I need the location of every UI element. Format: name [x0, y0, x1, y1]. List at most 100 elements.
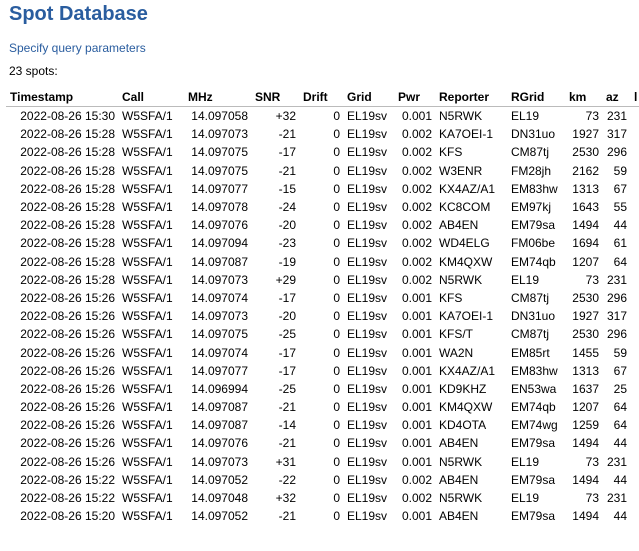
- cell-mhz: 14.097076: [191, 436, 248, 451]
- cell-empty: [630, 380, 639, 398]
- cell-reporter: AB4EN: [439, 472, 479, 487]
- specify-query-link[interactable]: Specify query parameters: [9, 41, 146, 55]
- cell-mhz: 14.097075: [191, 145, 248, 160]
- cell-km: 1455: [572, 345, 599, 360]
- cell-grid: EL19sv: [347, 200, 388, 215]
- cell-timestamp: 2022-08-26 15:28: [20, 272, 115, 287]
- cell-pwr: 0.002: [401, 145, 432, 160]
- cell-grid: EL19sv: [347, 127, 388, 142]
- cell-az: 296: [606, 145, 627, 160]
- cell-az: 64: [613, 254, 627, 269]
- cell-grid: EL19sv: [347, 472, 388, 487]
- cell-empty: [630, 489, 639, 507]
- cell-reporter: AB4EN: [439, 509, 479, 524]
- cell-rgrid: EN53wa: [511, 381, 557, 396]
- cell-mhz: 14.096994: [191, 381, 248, 396]
- cell-call: W5SFA/1: [122, 418, 173, 433]
- cell-call: W5SFA/1: [122, 454, 173, 469]
- cell-timestamp: 2022-08-26 15:26: [20, 290, 115, 305]
- cell-az: 61: [613, 236, 627, 251]
- cell-snr: -19: [278, 254, 296, 269]
- cell-az: 231: [606, 491, 627, 506]
- cell-reporter: KFS/T: [439, 327, 474, 342]
- cell-pwr: 0.001: [401, 327, 432, 342]
- cell-grid: EL19sv: [347, 454, 388, 469]
- cell-pwr: 0.002: [401, 218, 432, 233]
- cell-call: W5SFA/1: [122, 381, 173, 396]
- col-mhz[interactable]: MHz: [184, 87, 251, 107]
- col-snr[interactable]: SNR: [251, 87, 299, 107]
- col-km[interactable]: km: [565, 87, 602, 107]
- cell-timestamp: 2022-08-26 15:22: [20, 472, 115, 487]
- cell-mhz: 14.097094: [191, 236, 248, 251]
- cell-az: 55: [613, 200, 627, 215]
- cell-reporter: N5RWK: [439, 454, 483, 469]
- col-grid[interactable]: Grid: [343, 87, 394, 107]
- cell-km: 1643: [572, 200, 599, 215]
- cell-drift: 0: [333, 472, 340, 487]
- cell-pwr: 0.001: [401, 454, 432, 469]
- cell-pwr: 0.002: [401, 272, 432, 287]
- cell-mhz: 14.097075: [191, 327, 248, 342]
- cell-km: 1259: [572, 418, 599, 433]
- cell-grid: EL19sv: [347, 363, 388, 378]
- col-rgrid[interactable]: RGrid: [507, 87, 565, 107]
- cell-az: 67: [613, 363, 627, 378]
- cell-call: W5SFA/1: [122, 327, 173, 342]
- col-l[interactable]: l: [630, 87, 639, 107]
- col-az[interactable]: az: [602, 87, 630, 107]
- cell-drift: 0: [333, 290, 340, 305]
- table-body: 2022-08-26 15:30 W5SFA/1 14.097058 +32 0 EL19…: [6, 107, 639, 526]
- cell-rgrid: CM87tj: [511, 290, 550, 305]
- cell-drift: 0: [333, 400, 340, 415]
- cell-timestamp: 2022-08-26 15:22: [20, 491, 115, 506]
- cell-rgrid: EM83hw: [511, 363, 558, 378]
- cell-timestamp: 2022-08-26 15:26: [20, 454, 115, 469]
- cell-empty: [630, 307, 639, 325]
- cell-pwr: 0.001: [401, 436, 432, 451]
- col-timestamp[interactable]: Timestamp: [6, 87, 118, 107]
- cell-km: 1207: [572, 254, 599, 269]
- cell-grid: EL19sv: [347, 145, 388, 160]
- cell-km: 1494: [572, 472, 599, 487]
- cell-grid: EL19sv: [347, 418, 388, 433]
- cell-az: 44: [613, 509, 627, 524]
- cell-snr: -22: [278, 472, 296, 487]
- col-drift[interactable]: Drift: [299, 87, 343, 107]
- cell-snr: -20: [278, 309, 296, 324]
- cell-grid: EL19sv: [347, 400, 388, 415]
- cell-pwr: 0.001: [401, 400, 432, 415]
- cell-az: 59: [613, 163, 627, 178]
- col-reporter[interactable]: Reporter: [435, 87, 507, 107]
- cell-snr: -17: [278, 145, 296, 160]
- cell-grid: EL19sv: [347, 236, 388, 251]
- table-row: 2022-08-26 15:26 W5SFA/1 14.097073 +31 0 EL19…: [6, 453, 639, 471]
- cell-drift: 0: [333, 363, 340, 378]
- col-pwr[interactable]: Pwr: [394, 87, 435, 107]
- col-call[interactable]: Call: [118, 87, 184, 107]
- cell-pwr: 0.001: [401, 418, 432, 433]
- cell-km: 2162: [572, 163, 599, 178]
- cell-call: W5SFA/1: [122, 436, 173, 451]
- cell-grid: EL19sv: [347, 509, 388, 524]
- cell-rgrid: EM74qb: [511, 254, 556, 269]
- cell-drift: 0: [333, 345, 340, 360]
- cell-call: W5SFA/1: [122, 181, 173, 196]
- cell-call: W5SFA/1: [122, 400, 173, 415]
- cell-mhz: 14.097058: [191, 109, 248, 124]
- cell-km: 1494: [572, 436, 599, 451]
- cell-pwr: 0.002: [401, 491, 432, 506]
- table-row: 2022-08-26 15:28 W5SFA/1 14.097076 -20 0 EL19…: [6, 216, 639, 234]
- cell-mhz: 14.097052: [191, 509, 248, 524]
- cell-rgrid: EM97kj: [511, 200, 552, 215]
- cell-km: 2530: [572, 145, 599, 160]
- cell-call: W5SFA/1: [122, 491, 173, 506]
- cell-pwr: 0.001: [401, 309, 432, 324]
- cell-reporter: AB4EN: [439, 436, 479, 451]
- cell-snr: +29: [275, 272, 296, 287]
- table-row: 2022-08-26 15:28 W5SFA/1 14.097077 -15 0 EL19…: [6, 180, 639, 198]
- table-row: 2022-08-26 15:26 W5SFA/1 14.097076 -21 0 EL19…: [6, 434, 639, 452]
- cell-snr: -23: [278, 236, 296, 251]
- cell-call: W5SFA/1: [122, 236, 173, 251]
- cell-reporter: WD4ELG: [439, 236, 490, 251]
